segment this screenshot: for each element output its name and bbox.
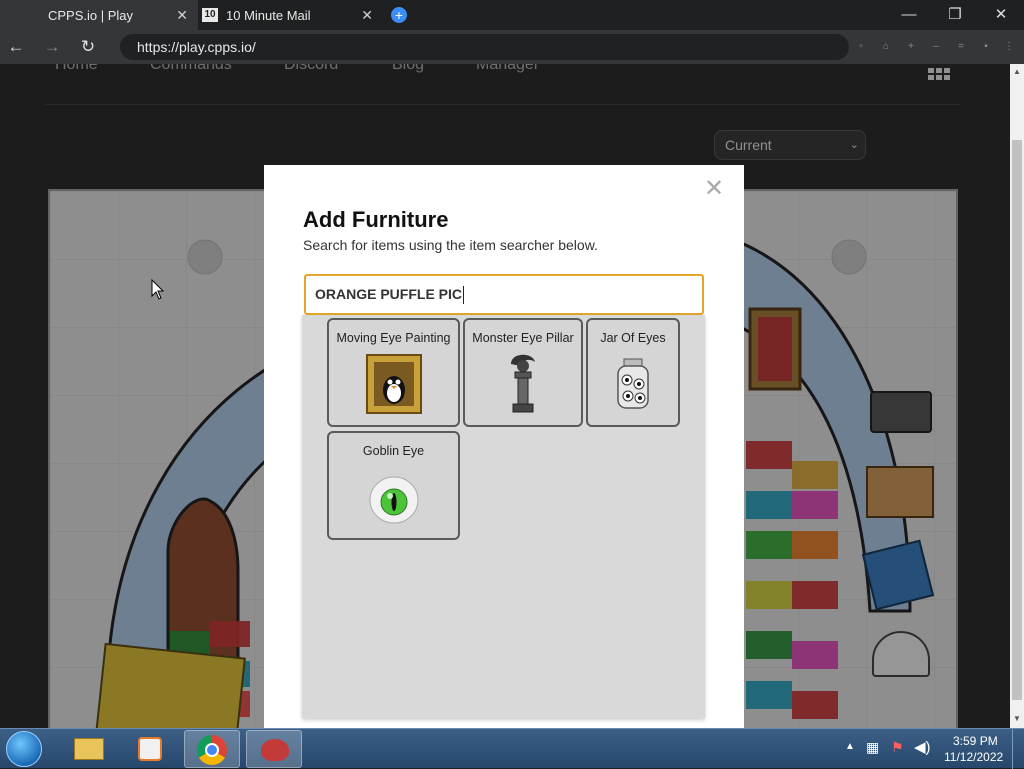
show-desktop-button[interactable] bbox=[1012, 729, 1024, 769]
address-bar[interactable]: https://play.cpps.io/ bbox=[120, 34, 849, 60]
item-search-input[interactable]: ORANGE PUFFLE PIC bbox=[304, 274, 704, 315]
show-hidden-icons-icon[interactable]: ▲ bbox=[845, 741, 855, 752]
network-icon[interactable]: ▦ bbox=[866, 739, 879, 756]
volume-icon[interactable]: ◀) bbox=[914, 738, 931, 756]
extension-icon[interactable]: = bbox=[954, 40, 968, 54]
result-card[interactable]: Goblin Eye bbox=[327, 431, 460, 540]
tab-cpps-play[interactable]: CPPS.io | Play ✕ bbox=[0, 0, 198, 30]
explorer-icon[interactable] bbox=[62, 730, 118, 768]
extension-icon[interactable]: ▫ bbox=[854, 40, 868, 54]
result-label: Goblin Eye bbox=[362, 444, 425, 458]
media-player-icon[interactable] bbox=[122, 730, 178, 768]
clock-date[interactable]: 11/12/2022 bbox=[944, 750, 1003, 764]
restore-icon[interactable]: ❐ bbox=[932, 0, 978, 30]
game-app-icon[interactable] bbox=[246, 730, 302, 768]
chrome-icon[interactable] bbox=[184, 730, 240, 768]
clock-time[interactable]: 3:59 PM bbox=[953, 734, 998, 748]
modal-title: Add Furniture bbox=[303, 207, 449, 232]
tab-title: 10 Minute Mail bbox=[226, 7, 311, 23]
extension-icon[interactable]: – bbox=[929, 40, 943, 54]
modal-subtitle: Search for items using the item searcher… bbox=[303, 237, 598, 253]
reload-icon[interactable]: ↻ bbox=[77, 36, 99, 58]
close-icon[interactable]: ✕ bbox=[704, 177, 724, 201]
back-arrow-icon[interactable]: ← bbox=[5, 36, 27, 58]
scrollbar-thumb[interactable] bbox=[1012, 140, 1022, 700]
text-caret bbox=[463, 286, 465, 305]
search-results: Moving Eye Painting Monster Eye Pillar J… bbox=[302, 315, 705, 718]
extension-icon[interactable]: ▪ bbox=[979, 40, 993, 54]
result-card[interactable]: Jar Of Eyes bbox=[586, 318, 680, 427]
result-card[interactable]: Moving Eye Painting bbox=[327, 318, 460, 427]
extension-icon[interactable]: ⌂ bbox=[879, 40, 893, 54]
jar-icon bbox=[617, 358, 649, 409]
close-tab-icon[interactable]: ✕ bbox=[361, 7, 373, 24]
add-furniture-modal: ✕ Add Furniture Search for items using t… bbox=[264, 165, 744, 728]
page-scrollbar[interactable]: ▲ ▼ bbox=[1010, 64, 1024, 728]
result-label: Moving Eye Painting bbox=[336, 331, 451, 345]
result-label: Monster Eye Pillar bbox=[472, 331, 574, 345]
close-tab-icon[interactable]: ✕ bbox=[176, 7, 188, 24]
scroll-down-icon[interactable]: ▼ bbox=[1013, 714, 1021, 723]
tab-10-minute-mail[interactable]: 10 10 Minute Mail ✕ bbox=[198, 0, 383, 30]
painting-icon bbox=[365, 354, 422, 414]
start-button[interactable] bbox=[6, 731, 42, 767]
scroll-up-icon[interactable]: ▲ bbox=[1013, 67, 1021, 76]
browser-tab-bar: CPPS.io | Play ✕ 10 10 Minute Mail ✕ + —… bbox=[0, 0, 1024, 30]
action-center-icon[interactable]: ⚑ bbox=[891, 739, 904, 756]
mouse-cursor-icon bbox=[151, 279, 165, 300]
minimize-icon[interactable]: — bbox=[886, 0, 932, 30]
search-input-value: ORANGE PUFFLE PIC bbox=[315, 286, 463, 302]
browser-toolbar: ← → ↻ https://play.cpps.io/ ▫ ⌂ + – = ▪ … bbox=[0, 30, 1024, 64]
pillar-icon bbox=[511, 354, 535, 413]
close-window-icon[interactable]: ✕ bbox=[978, 0, 1024, 30]
forward-arrow-icon[interactable]: → bbox=[41, 36, 63, 58]
extension-icon[interactable]: + bbox=[904, 40, 918, 54]
result-label: Jar Of Eyes bbox=[600, 331, 666, 345]
result-card[interactable]: Monster Eye Pillar bbox=[463, 318, 583, 427]
windows-taskbar: ▲ ▦ ⚑ ◀) 3:59 PM 11/12/2022 bbox=[0, 728, 1024, 769]
tab-title: CPPS.io | Play bbox=[48, 7, 134, 23]
menu-dots-icon[interactable]: ⋮ bbox=[1002, 40, 1016, 54]
new-tab-icon[interactable]: + bbox=[391, 7, 407, 23]
eye-icon bbox=[369, 476, 418, 524]
tab-favicon: 10 bbox=[202, 8, 218, 22]
